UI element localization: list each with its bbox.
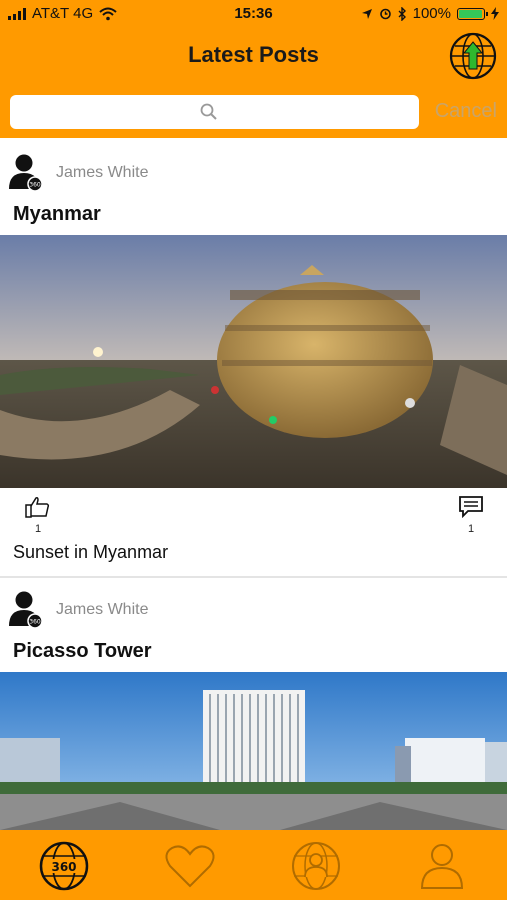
search-bar-row: Cancel (0, 88, 507, 138)
like-button[interactable]: 1 (24, 496, 52, 535)
like-count: 1 (34, 523, 42, 535)
page-title: Latest Posts (188, 42, 319, 67)
globe-360-icon: 360 (51, 860, 76, 874)
thumbs-up-icon (25, 497, 50, 518)
header-bar: Latest Posts (0, 28, 507, 88)
upload-globe-button[interactable] (449, 32, 497, 80)
tab-favorites[interactable] (164, 840, 216, 892)
post-title: Myanmar (13, 203, 101, 225)
alarm-icon (379, 8, 391, 20)
globe-person-icon (304, 853, 328, 878)
panorama-photo[interactable] (0, 235, 507, 488)
post-author[interactable]: James White (56, 601, 148, 619)
heart-icon (165, 845, 215, 888)
comment-button[interactable]: 1 (457, 496, 485, 535)
comment-icon (459, 496, 483, 519)
avatar-360-icon[interactable]: 360 (8, 590, 44, 628)
battery-icon (457, 7, 488, 20)
search-icon (200, 103, 217, 120)
tab-profile[interactable] (416, 840, 468, 892)
cancel-button[interactable]: Cancel (435, 100, 497, 123)
post-card: 360 James White Picasso Tower (0, 578, 507, 830)
location-icon (361, 8, 372, 19)
status-bar: AT&T 4G 15:36 100% (0, 0, 507, 28)
post-title: Picasso Tower (13, 640, 152, 662)
person-icon (420, 844, 464, 889)
tab-bar: 360 (0, 830, 507, 900)
svg-text:360: 360 (29, 619, 41, 626)
tab-home-360[interactable]: 360 (38, 840, 90, 892)
post-author[interactable]: James White (56, 164, 148, 182)
post-caption: Sunset in Myanmar (13, 542, 169, 562)
tab-explore[interactable] (290, 840, 342, 892)
post-card: 360 James White Myanmar 1 1 Sunset in My… (0, 140, 507, 576)
post-actions: 1 1 (0, 496, 507, 536)
svg-text:360: 360 (29, 182, 41, 189)
comment-count: 1 (467, 523, 475, 535)
battery-percent: 100% (412, 5, 451, 22)
bluetooth-icon (398, 6, 406, 21)
panorama-photo[interactable] (0, 672, 507, 830)
avatar-360-icon[interactable]: 360 (8, 153, 44, 191)
search-input[interactable] (10, 95, 419, 129)
charging-icon (491, 7, 499, 20)
